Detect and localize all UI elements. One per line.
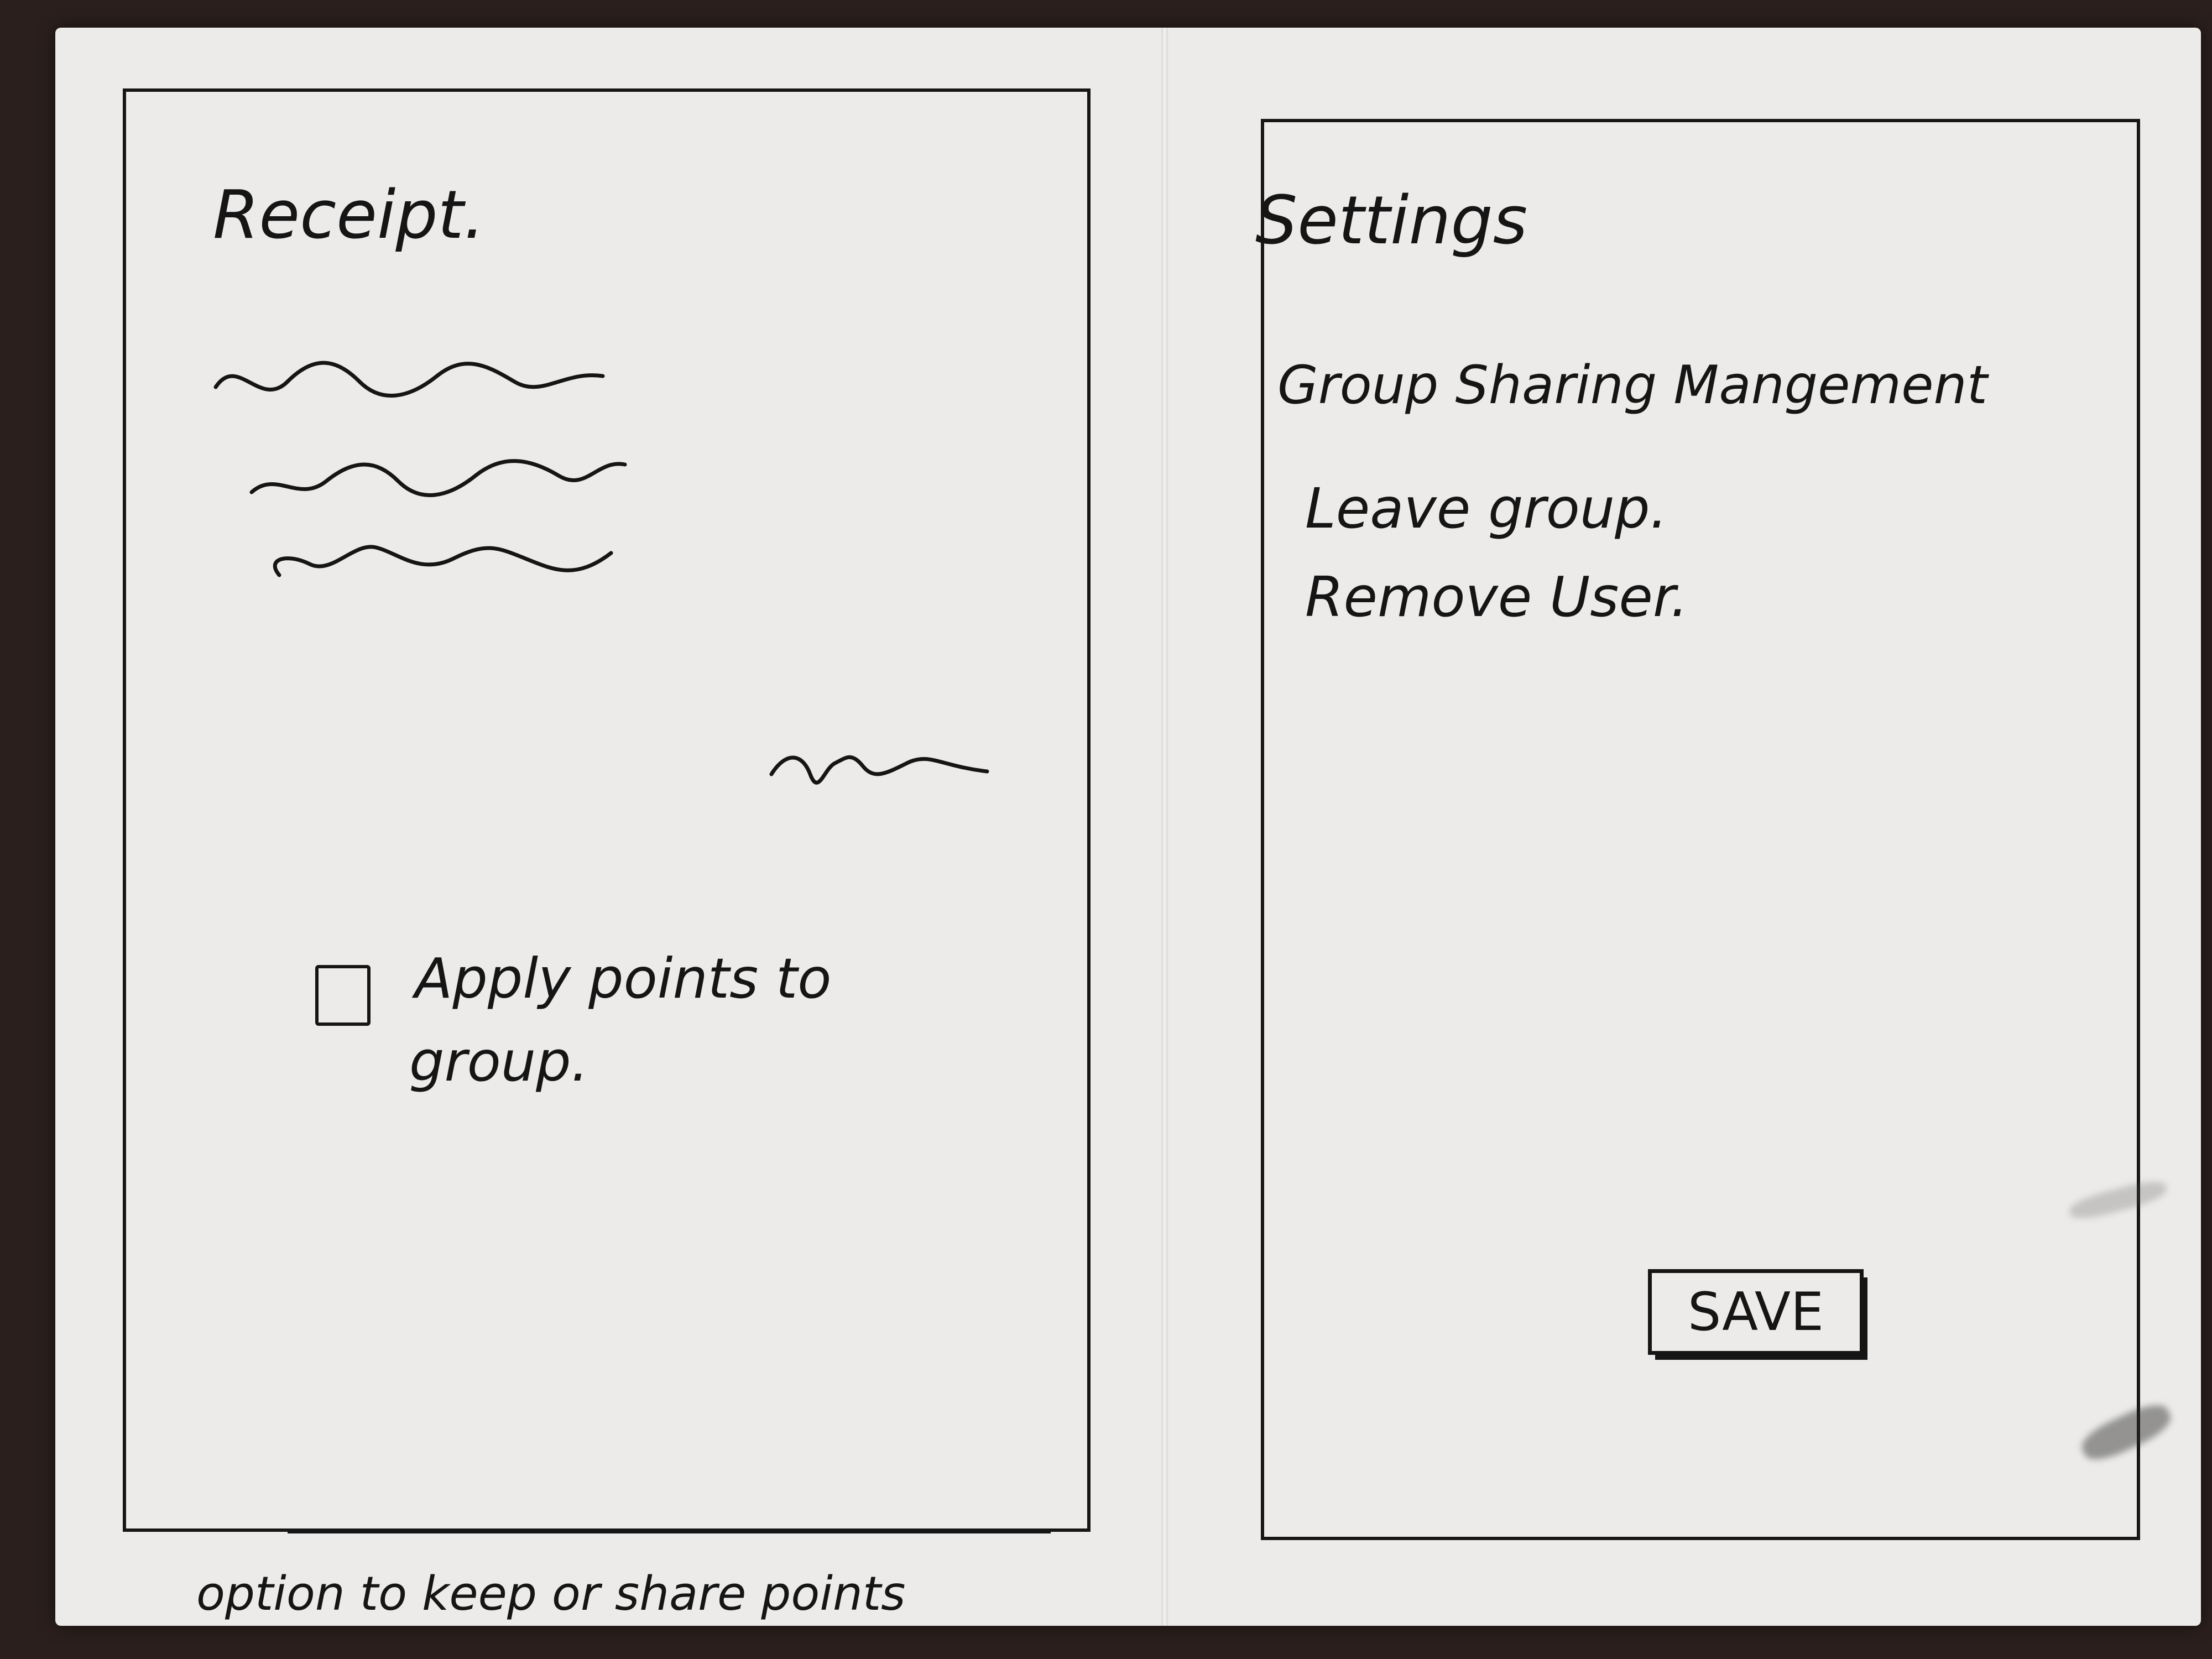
paper-fold <box>1161 28 1168 1626</box>
annotation-underline <box>288 1531 1051 1533</box>
apply-points-label-line2: group. <box>409 1029 589 1094</box>
group-sharing-management-item[interactable]: Group Sharing Mangement <box>1277 359 1987 412</box>
annotation-note: option to keep or share points <box>196 1567 906 1621</box>
settings-title: Settings <box>1255 182 1528 259</box>
save-button[interactable]: SAVE <box>1648 1269 1864 1355</box>
receipt-screen <box>123 88 1091 1532</box>
remove-user-item[interactable]: Remove User. <box>1305 570 1688 625</box>
apply-points-checkbox[interactable] <box>315 965 371 1026</box>
leave-group-item[interactable]: Leave group. <box>1305 481 1667 536</box>
receipt-title: Receipt. <box>213 177 485 254</box>
apply-points-label-line1: Apply points to <box>415 946 832 1011</box>
